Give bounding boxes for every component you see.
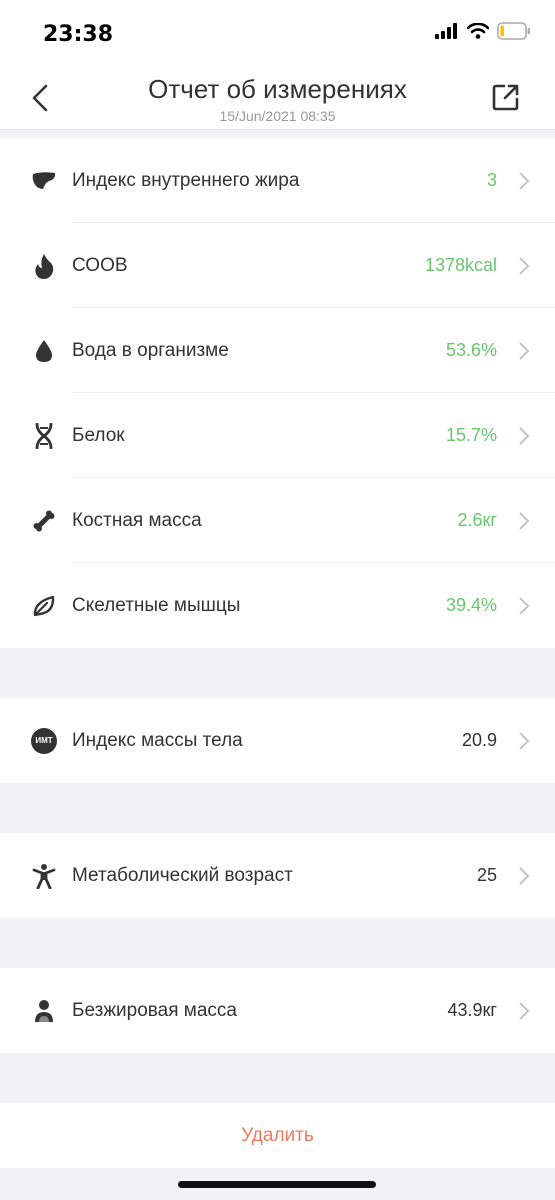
nav-bar: Отчет об измерениях 15/Jun/2021 08:35 xyxy=(0,70,555,130)
list-item-label: Безжировая масса xyxy=(72,999,237,1021)
lean-mass-card: Безжировая масса 43.9кг xyxy=(0,968,555,1053)
bmi-badge: ИМТ xyxy=(31,727,57,754)
liver-icon xyxy=(30,167,58,195)
list-item-value: 1378kcal xyxy=(424,255,497,275)
delete-button[interactable]: Удалить xyxy=(0,1103,555,1168)
list-item-label: Индекс внутреннего жира xyxy=(72,169,300,191)
list-item-label: СООВ xyxy=(72,254,128,276)
list-item-label: Костная масса xyxy=(72,509,202,531)
list-item-lean-mass[interactable]: Безжировая масса 43.9кг xyxy=(0,968,555,1053)
battery-icon xyxy=(497,22,530,40)
status-bar: 23:38 xyxy=(0,0,555,70)
list-item-value: 25 xyxy=(476,865,497,885)
chevron-right-icon xyxy=(519,171,530,190)
share-icon[interactable] xyxy=(491,82,521,112)
list-item-label: Индекс массы тела xyxy=(72,729,243,751)
person-icon xyxy=(30,997,58,1025)
list-item-value: 15.7% xyxy=(445,425,497,445)
page-title: Отчет об измерениях xyxy=(148,74,407,104)
list-item-metabolic-age[interactable]: Метаболический возраст 25 xyxy=(0,833,555,918)
home-indicator xyxy=(178,1181,376,1188)
water-drop-icon xyxy=(30,337,58,365)
wifi-icon xyxy=(467,23,489,39)
leaf-icon xyxy=(30,592,58,620)
list-item-value: 20.9 xyxy=(461,730,497,750)
bone-icon xyxy=(30,507,58,535)
flame-icon xyxy=(30,252,58,280)
metabolic-age-card: Метаболический возраст 25 xyxy=(0,833,555,918)
bmi-icon: ИМТ xyxy=(30,727,58,755)
chevron-right-icon xyxy=(519,511,530,530)
chevron-right-icon xyxy=(519,731,530,750)
list-item-bmi[interactable]: ИМТ Индекс массы тела 20.9 xyxy=(0,698,555,783)
list-item-skeletal-muscle[interactable]: Скелетные мышцы 39.4% xyxy=(0,563,555,648)
status-icons xyxy=(435,22,531,40)
metrics-card: Индекс внутреннего жира 3 СООВ 1378kcal … xyxy=(0,138,555,648)
chevron-right-icon xyxy=(519,256,530,275)
status-time: 23:38 xyxy=(43,22,114,47)
list-item-value: 43.9кг xyxy=(447,1000,497,1020)
list-item-protein[interactable]: Белок 15.7% xyxy=(0,393,555,478)
dna-icon xyxy=(30,422,58,450)
page-subtitle: 15/Jun/2021 08:35 xyxy=(219,108,336,124)
list-item-label: Белок xyxy=(72,424,125,446)
list-item-visceral-fat[interactable]: Индекс внутреннего жира 3 xyxy=(0,138,555,223)
chevron-right-icon xyxy=(519,866,530,885)
list-item-label: Вода в организме xyxy=(72,339,229,361)
chevron-right-icon xyxy=(519,1001,530,1020)
delete-label: Удалить xyxy=(241,1124,314,1146)
chevron-right-icon xyxy=(519,426,530,445)
list-item-value: 2.6кг xyxy=(457,510,497,530)
person-stretch-icon xyxy=(30,862,58,890)
list-item-value: 53.6% xyxy=(445,340,497,360)
chevron-right-icon xyxy=(519,596,530,615)
chevron-right-icon xyxy=(519,341,530,360)
list-item-bone-mass[interactable]: Костная масса 2.6кг xyxy=(0,478,555,563)
signal-icon xyxy=(435,23,457,39)
list-item-value: 39.4% xyxy=(445,595,497,615)
list-item-label: Скелетные мышцы xyxy=(72,594,241,616)
list-item-label: Метаболический возраст xyxy=(72,864,293,886)
list-item-bmr[interactable]: СООВ 1378kcal xyxy=(0,223,555,308)
bmi-card: ИМТ Индекс массы тела 20.9 xyxy=(0,698,555,783)
list-item-body-water[interactable]: Вода в организме 53.6% xyxy=(0,308,555,393)
list-item-value: 3 xyxy=(486,170,497,190)
